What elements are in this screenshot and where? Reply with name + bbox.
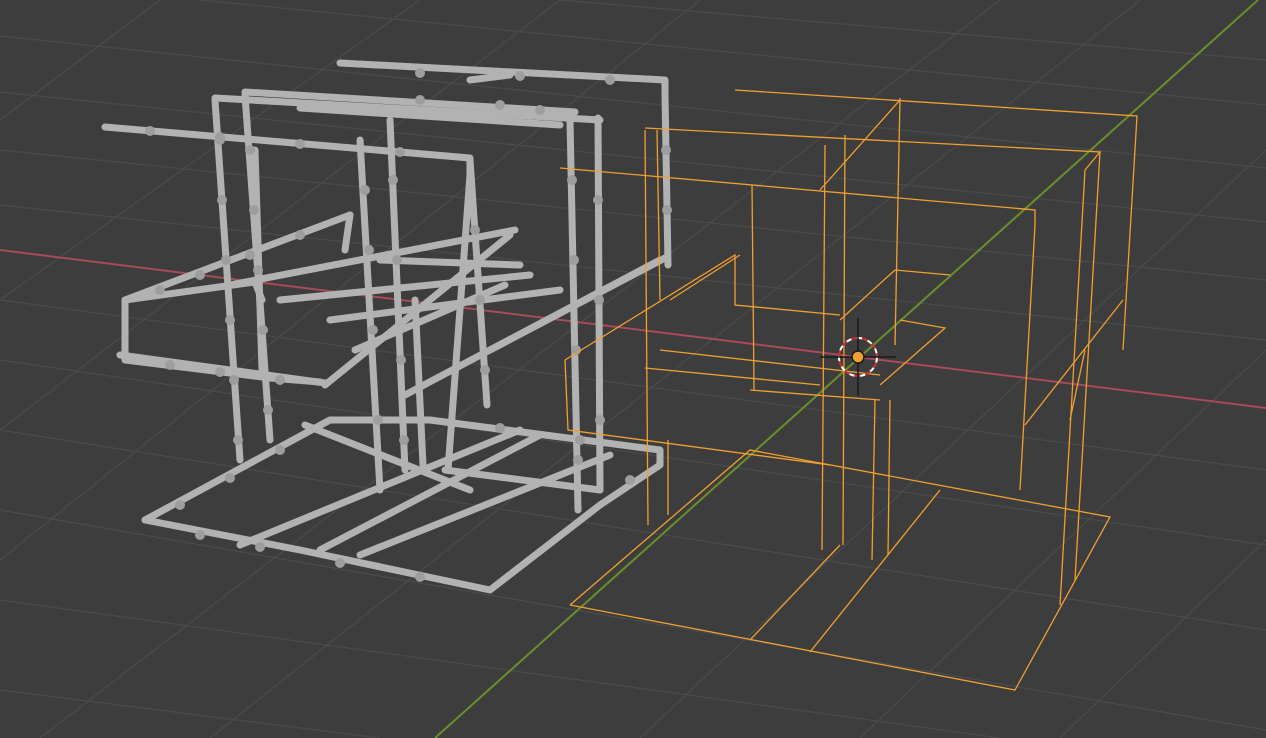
viewport-canvas[interactable] [0, 0, 1266, 738]
3d-viewport[interactable] [0, 0, 1266, 738]
object-origin [851, 350, 865, 364]
